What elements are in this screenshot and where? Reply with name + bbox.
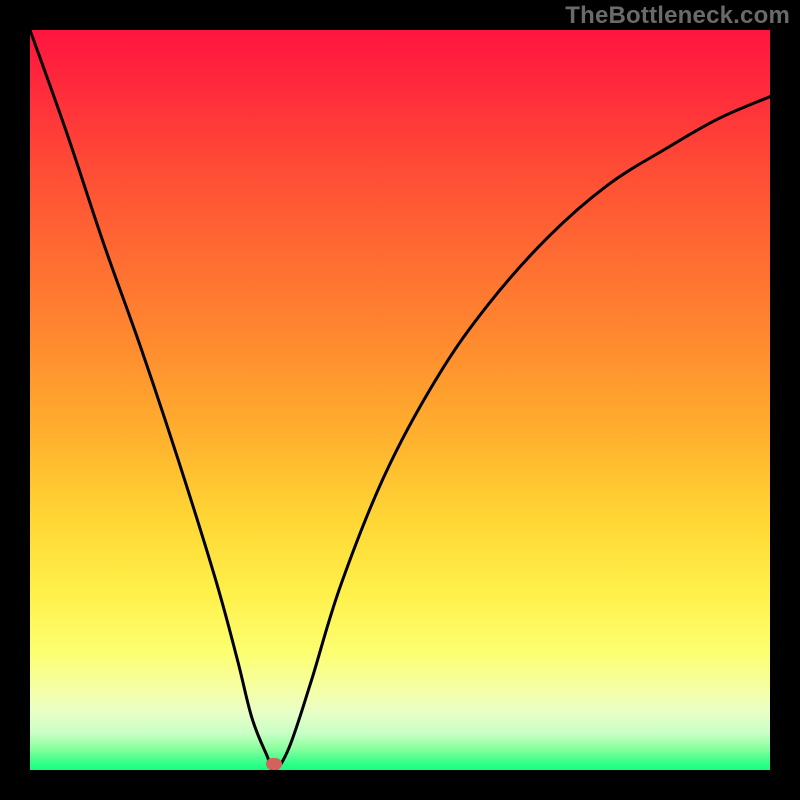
curve-path bbox=[30, 30, 770, 770]
watermark-text: TheBottleneck.com bbox=[565, 2, 790, 30]
plot-area bbox=[30, 30, 770, 770]
chart-frame: TheBottleneck.com bbox=[0, 0, 800, 800]
optimum-marker bbox=[266, 758, 282, 770]
bottleneck-curve bbox=[30, 30, 770, 770]
